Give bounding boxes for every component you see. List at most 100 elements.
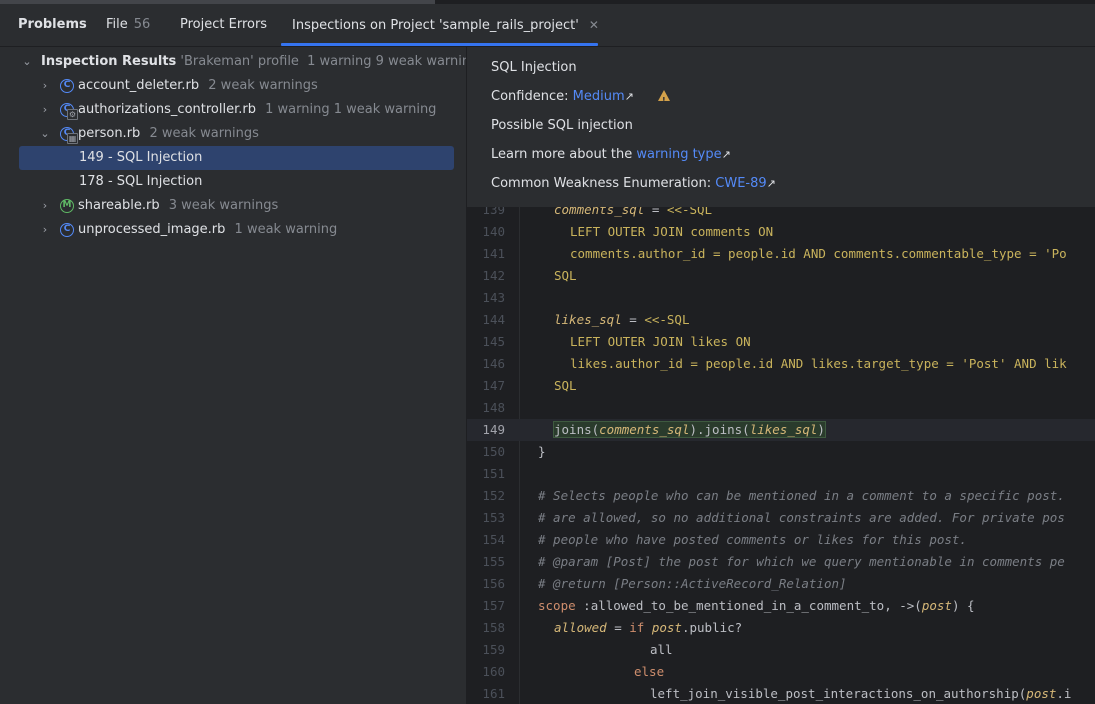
- tree-root-text: Inspection Results 'Brakeman' profile 1 …: [41, 50, 485, 74]
- line-number: 148: [482, 400, 505, 415]
- file-name: authorizations_controller.rb: [78, 102, 256, 117]
- cwe-line: Common Weakness Enumeration: CWE-89↗: [491, 174, 776, 194]
- warning-type-link[interactable]: warning type: [636, 147, 721, 162]
- tree-file-row[interactable]: › C account_deleter.rb 2 weak warnings: [0, 74, 466, 98]
- tree-file-row[interactable]: › C⚙ authorizations_controller.rb 1 warn…: [0, 98, 466, 122]
- file-summary: 3 weak warnings: [168, 198, 279, 213]
- code-line: 151: [467, 463, 1095, 485]
- line-number: 145: [482, 334, 505, 349]
- tree-problem-row[interactable]: 178 - SQL Injection: [0, 170, 466, 194]
- file-summary: 2 weak warnings: [208, 78, 318, 93]
- tab-file[interactable]: File 56: [106, 4, 150, 46]
- line-number: 146: [482, 356, 505, 371]
- tree-root-label: Inspection Results: [41, 54, 177, 69]
- inspection-results-tree: ⌄ Inspection Results 'Brakeman' profile …: [0, 47, 485, 704]
- line-number: 155: [482, 554, 505, 569]
- chevron-right-icon[interactable]: ›: [39, 74, 51, 98]
- tree-file-row[interactable]: › C unprocessed_image.rb 1 weak warning: [0, 218, 466, 242]
- code-text: LEFT OUTER JOIN comments ON: [570, 224, 774, 239]
- chevron-right-icon[interactable]: ›: [39, 194, 51, 218]
- code-line: 150}: [467, 441, 1095, 463]
- line-number: 152: [482, 488, 505, 503]
- confidence-line: Confidence: Medium↗ !: [491, 87, 670, 107]
- line-number: 153: [482, 510, 505, 525]
- confidence-link[interactable]: Medium: [573, 89, 625, 104]
- gear-icon: ⚙: [67, 109, 78, 120]
- cwe-label: Common Weakness Enumeration:: [491, 176, 712, 191]
- ruby-controller-class-icon: C⚙: [60, 103, 78, 120]
- ruby-model-class-icon: C▦: [60, 127, 78, 144]
- code-text: SQL: [554, 268, 577, 283]
- code-comment: # people who have posted comments or lik…: [538, 532, 967, 547]
- code-text: all: [650, 642, 673, 657]
- problem-description-panel: SQL Injection Confidence: Medium↗ ! Poss…: [467, 47, 1095, 207]
- code-text: scope :allowed_to_be_mentioned_in_a_comm…: [538, 598, 975, 613]
- file-name: unprocessed_image.rb: [78, 222, 226, 237]
- chevron-down-icon[interactable]: ⌄: [21, 50, 33, 74]
- tab-file-label: File: [106, 17, 128, 32]
- code-line: 153 # are allowed, so no additional const…: [467, 507, 1095, 529]
- learn-more-prefix: Learn more about the: [491, 147, 633, 162]
- code-line: 147 SQL: [467, 375, 1095, 397]
- file-summary: 2 weak warnings: [149, 126, 259, 141]
- tab-problems[interactable]: Problems: [18, 4, 87, 46]
- code-text: allowed = if post.public?: [554, 620, 743, 635]
- tab-inspections[interactable]: Inspections on Project 'sample_rails_pro…: [292, 4, 599, 46]
- tree-file-row[interactable]: ⌄ C▦ person.rb 2 weak warnings: [0, 122, 466, 146]
- problem-message: Possible SQL injection: [491, 118, 633, 133]
- code-line: 154 # people who have posted comments or …: [467, 529, 1095, 551]
- line-number: 141: [482, 246, 505, 261]
- file-name: account_deleter.rb: [78, 78, 200, 93]
- tree-file-text: person.rb 2 weak warnings: [78, 122, 259, 146]
- ruby-class-icon: C: [60, 79, 74, 93]
- code-line: 158 allowed = if post.public?: [467, 617, 1095, 639]
- tree-file-row[interactable]: › M shareable.rb 3 weak warnings: [0, 194, 466, 218]
- code-text: }: [538, 444, 546, 459]
- close-icon[interactable]: ✕: [589, 18, 599, 32]
- code-line: 141 comments.author_id = people.id AND co…: [467, 243, 1095, 265]
- tree-file-text: authorizations_controller.rb 1 warning 1…: [78, 98, 436, 122]
- tree-root-summary: 1 warning 9 weak warnings: [307, 54, 486, 69]
- tab-project-errors[interactable]: Project Errors: [180, 4, 267, 46]
- external-link-icon: ↗: [766, 177, 776, 190]
- tab-file-count: 56: [133, 17, 151, 32]
- code-line-current: 149 joins(comments_sql).joins(likes_sql): [467, 419, 1095, 441]
- problem-label: 178 - SQL Injection: [79, 174, 203, 189]
- tree-problem-row-selected[interactable]: 149 - SQL Injection: [19, 146, 454, 170]
- code-comment: # @param [Post] the post for which we qu…: [538, 554, 1065, 569]
- problem-title: SQL Injection: [491, 60, 577, 75]
- code-text: joins(comments_sql).joins(likes_sql): [553, 421, 826, 438]
- line-number: 156: [482, 576, 505, 591]
- file-summary: 1 warning 1 weak warning: [265, 102, 437, 117]
- code-line: 144 likes_sql = <<-SQL: [467, 309, 1095, 331]
- tree-root-row[interactable]: ⌄ Inspection Results 'Brakeman' profile …: [0, 50, 485, 74]
- problem-label: 149 - SQL Injection: [79, 150, 203, 165]
- chevron-down-icon[interactable]: ⌄: [39, 122, 51, 146]
- line-number: 157: [482, 598, 505, 613]
- code-preview-editor[interactable]: 139 comments_sql = <<-SQL 140 LEFT OUTER J…: [467, 207, 1095, 704]
- line-number: 161: [482, 686, 505, 701]
- external-link-icon: ↗: [624, 90, 634, 103]
- code-line: 142 SQL: [467, 265, 1095, 287]
- tab-inspections-label: Inspections on Project 'sample_rails_pro…: [292, 18, 579, 33]
- code-line: 160 else: [467, 661, 1095, 683]
- line-number: 160: [482, 664, 505, 679]
- chevron-right-icon[interactable]: ›: [39, 218, 51, 242]
- code-text: comments_sql = <<-SQL: [554, 207, 713, 217]
- file-name: person.rb: [78, 126, 141, 141]
- ruby-class-icon: C: [60, 223, 74, 237]
- code-line: 145 LEFT OUTER JOIN likes ON: [467, 331, 1095, 353]
- chevron-right-icon[interactable]: ›: [39, 98, 51, 122]
- code-text: likes.author_id = people.id AND likes.ta…: [570, 356, 1067, 371]
- table-icon: ▦: [67, 133, 78, 144]
- file-summary: 1 weak warning: [234, 222, 338, 237]
- line-number: 140: [482, 224, 505, 239]
- external-link-icon: ↗: [721, 148, 731, 161]
- code-line: 143: [467, 287, 1095, 309]
- code-comment: # @return [Person::ActiveRecord_Relation…: [538, 576, 847, 591]
- code-line: 146 likes.author_id = people.id AND likes…: [467, 353, 1095, 375]
- cwe-link[interactable]: CWE-89: [715, 176, 766, 191]
- line-number: 144: [482, 312, 505, 327]
- code-line: 157 scope :allowed_to_be_mentioned_in_a_c…: [467, 595, 1095, 617]
- line-number: 143: [482, 290, 505, 305]
